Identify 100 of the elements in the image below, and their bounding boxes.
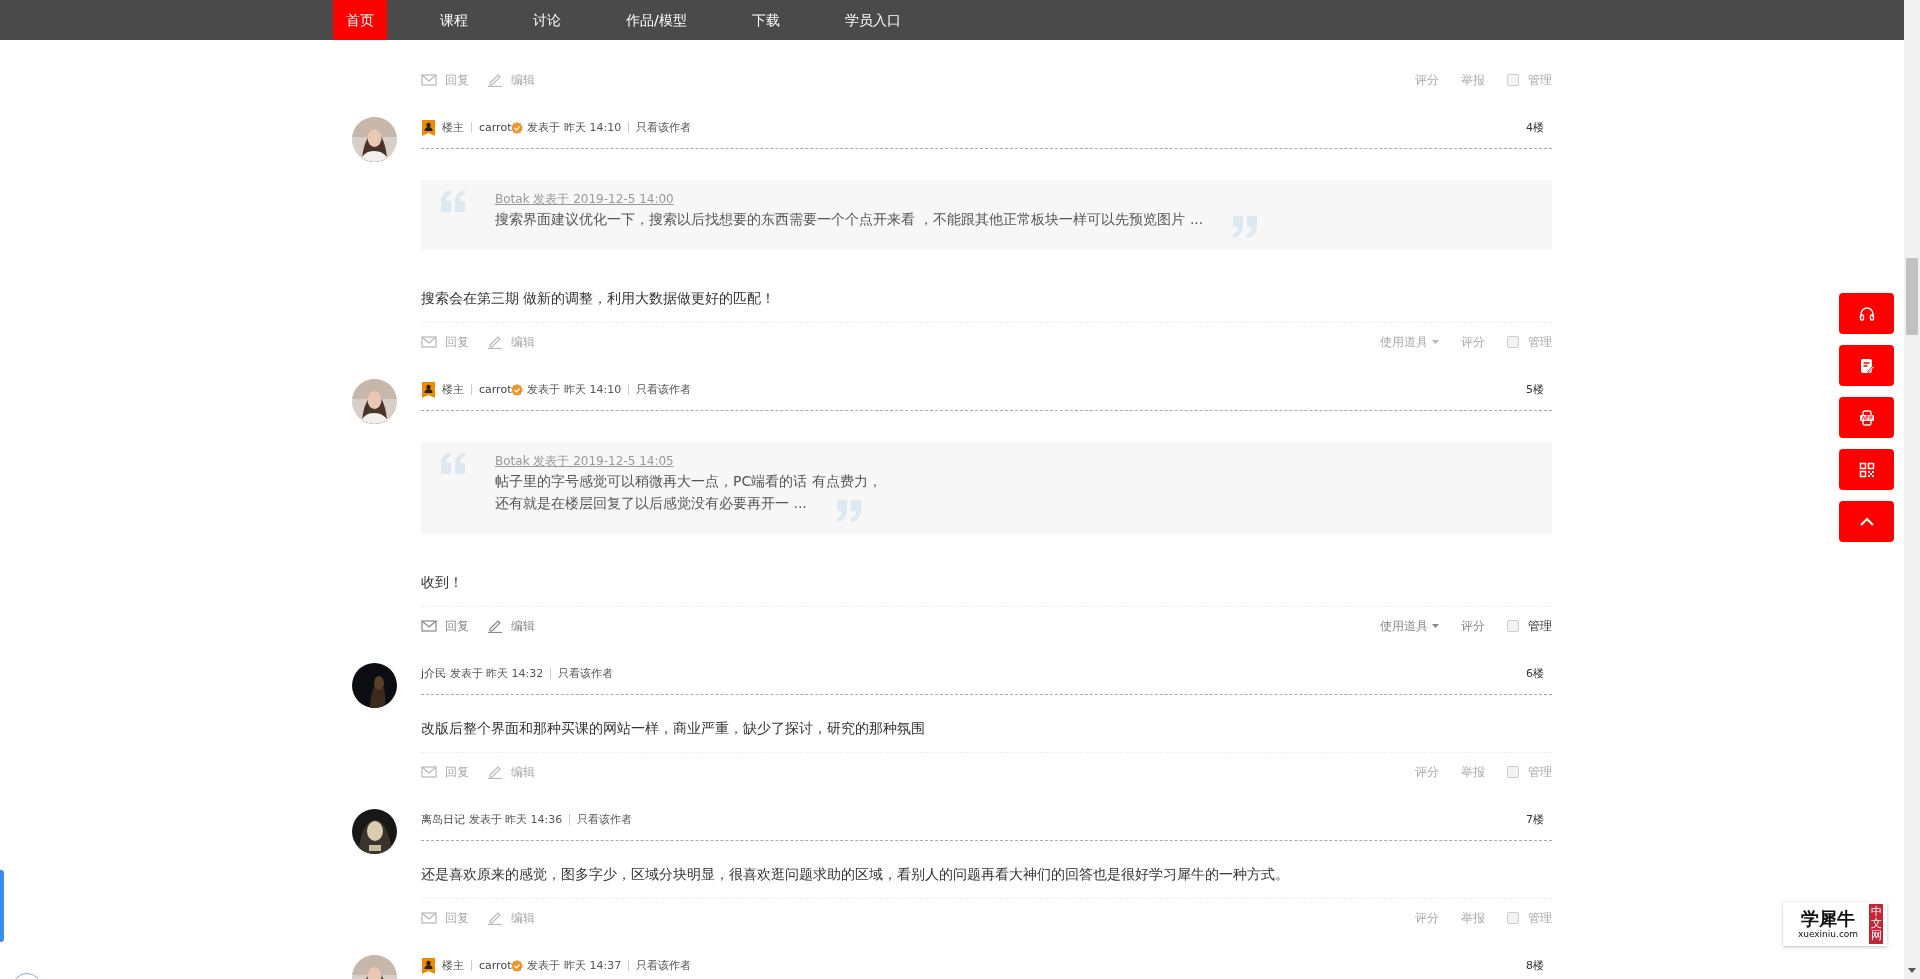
checkbox[interactable] [1507,336,1519,348]
reply-link[interactable]: 回复 [421,71,469,89]
post-time: 发表于 昨天 14:10 [527,382,622,397]
qr-code-icon [1858,461,1875,478]
quote-open-icon [441,190,465,212]
note-icon [1858,357,1875,374]
action-link[interactable]: 评分 [1461,333,1485,351]
manage-link[interactable]: 管理 [1528,617,1552,635]
post-message: 搜索会在第三期 做新的调整，利用大数据做更好的匹配！ [421,289,777,308]
checkbox[interactable] [1507,74,1519,86]
post-time: 发表于 昨天 14:32 [449,666,544,681]
author-only-link[interactable]: 只看该作者 [577,812,633,827]
headset-icon [1858,305,1875,322]
logo-name: 学犀牛 [1801,909,1855,929]
pencil-icon [487,765,503,779]
nav-link[interactable]: 下载 [739,0,792,40]
envelope-icon [421,765,437,779]
pencil-icon [487,73,503,87]
author-name[interactable]: carrot [479,383,512,396]
author-only-link[interactable]: 只看该作者 [558,666,614,681]
logo-domain: xuexiniu.com [1797,929,1859,939]
post-message: 还是喜欢原来的感觉，图多字少，区域分块明显，很喜欢逛问题求助的区域，看别人的问题再看大神们的回答也是很好学习犀牛的一种方式。 [421,865,1290,884]
user-badge-icon [421,119,436,136]
user-badge-icon [421,381,436,398]
author-only-link[interactable]: 只看该作者 [636,382,692,397]
reply-link[interactable]: 回复 [421,909,469,927]
quote-close-icon [836,500,861,522]
phone-app-icon [1858,409,1875,426]
author-name[interactable]: carrot [479,121,512,134]
phone-app-button[interactable] [1839,397,1894,438]
action-link[interactable]: 举报 [1461,909,1485,927]
quote-text: 帖子里的字号感觉可以稍微再大一点，PC端看的话 有点费力， [495,473,882,489]
op-label: 楼主 [442,382,464,397]
action-link[interactable]: 评分 [1461,617,1485,635]
reply-link[interactable]: 回复 [421,617,469,635]
author-name[interactable]: 离岛日记 [421,812,465,827]
logo-tag: 中文网 [1869,904,1883,944]
tools-dropdown[interactable]: 使用道具 [1380,617,1439,635]
checkbox[interactable] [1507,620,1519,632]
quote-close-icon [1233,216,1258,238]
note-button[interactable] [1839,345,1894,386]
caret-icon [1432,624,1439,628]
author-name[interactable]: carrot [479,959,512,972]
action-link[interactable]: 评分 [1415,909,1439,927]
envelope-icon [421,619,437,633]
nav-link[interactable]: 作品/模型 [614,0,699,40]
up-arrow-button[interactable] [1839,501,1894,542]
site-logo[interactable]: 学犀牛 xuexiniu.com 中文网 [1783,902,1887,946]
post-time: 发表于 昨天 14:37 [527,958,622,973]
author-only-link[interactable]: 只看该作者 [636,120,692,135]
manage-link[interactable]: 管理 [1528,763,1552,781]
pencil-icon [487,335,503,349]
floor-number: 4楼 [1526,120,1544,135]
floor-number: 6楼 [1526,666,1544,681]
scroll-down-icon [1908,968,1916,973]
manage-link[interactable]: 管理 [1528,71,1552,89]
quote-source-link[interactable]: Botak 发表于 2019-12-5 14:05 [495,452,674,470]
post-time: 发表于 昨天 14:36 [468,812,563,827]
post-message: 收到！ [421,573,464,592]
edit-link[interactable]: 编辑 [487,909,535,927]
qr-code-button[interactable] [1839,449,1894,490]
checkbox[interactable] [1507,766,1519,778]
edit-link[interactable]: 编辑 [487,333,535,351]
quote-source-link[interactable]: Botak 发表于 2019-12-5 14:00 [495,190,674,208]
author-only-link[interactable]: 只看该作者 [636,958,692,973]
envelope-icon [421,73,437,87]
checkbox[interactable] [1507,912,1519,924]
edit-link[interactable]: 编辑 [487,617,535,635]
nav-link[interactable]: 首页 [333,0,387,40]
action-link[interactable]: 举报 [1461,71,1485,89]
floor-number: 7楼 [1526,812,1544,827]
envelope-icon [421,335,437,349]
post-message: 改版后整个界面和那种买课的网站一样，商业严重，缺少了探讨，研究的那种氛围 [421,719,926,738]
op-label: 楼主 [442,958,464,973]
manage-link[interactable]: 管理 [1528,909,1552,927]
action-link[interactable]: 评分 [1415,763,1439,781]
floor-number: 5楼 [1526,382,1544,397]
manage-link[interactable]: 管理 [1528,333,1552,351]
quote-text: 搜索界面建议优化一下，搜索以后找想要的东西需要一个个点开来看 ，不能跟其他正常板块一样可以先预览图片 ... [495,211,1204,227]
nav-link[interactable]: 讨论 [521,0,573,40]
edit-link[interactable]: 编辑 [487,763,535,781]
caret-icon [1432,340,1439,344]
post-time: 发表于 昨天 14:10 [527,120,622,135]
nav-link[interactable]: 课程 [428,0,480,40]
action-link[interactable]: 评分 [1415,71,1439,89]
action-link[interactable]: 举报 [1461,763,1485,781]
edit-link[interactable]: 编辑 [487,71,535,89]
envelope-icon [421,911,437,925]
op-label: 楼主 [442,120,464,135]
author-name[interactable]: j介民 [421,666,447,681]
side-tab[interactable] [0,870,4,942]
nav-link[interactable]: 学员入口 [832,0,913,40]
scrollbar-thumb[interactable] [1906,258,1918,335]
headset-button[interactable] [1839,293,1894,334]
reply-link[interactable]: 回复 [421,763,469,781]
pencil-icon [487,911,503,925]
tools-dropdown[interactable]: 使用道具 [1380,333,1439,351]
reply-link[interactable]: 回复 [421,333,469,351]
scrollbar-track[interactable] [1904,0,1920,979]
floor-number: 8楼 [1526,958,1544,973]
